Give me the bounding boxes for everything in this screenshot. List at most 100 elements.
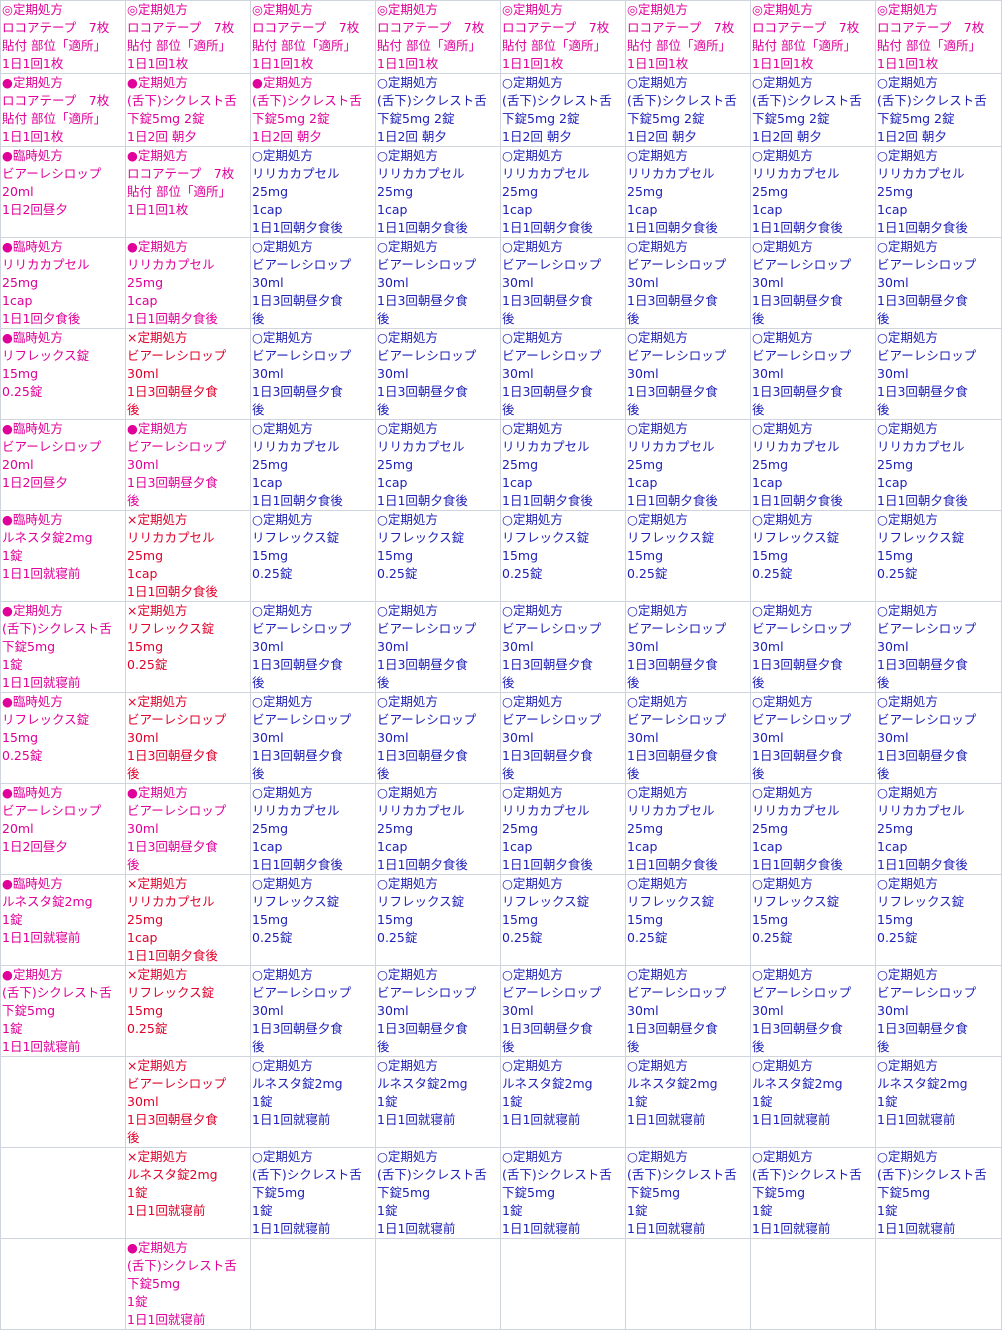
prescription-line: 1錠: [877, 1203, 898, 1218]
prescription-line: 後: [127, 402, 140, 417]
prescription-cell: ○定期処方 リリカカプセル 25mg 1cap 1日1回朝夕食後: [875, 146, 1002, 238]
prescription-type-label: ○定期処方: [502, 239, 563, 254]
prescription-line: 後: [252, 766, 265, 781]
prescription-line: 1日2回 朝夕: [252, 129, 322, 144]
prescription-type-label: ○定期処方: [377, 239, 438, 254]
prescription-line: 1日3回朝昼夕食: [627, 657, 718, 672]
table-row: ●臨時処方 ビアーレシロップ 20ml 1日2回昼夕 ●定期処方 ロコアテープ 7枚 貼付 …: [0, 146, 1002, 238]
table-row: ×定期処方 ビアーレシロップ 30ml 1日3回朝昼夕食後 ○定期処方 ルネスタ錠2mg 1…: [0, 1056, 1002, 1148]
prescription-cell: ○定期処方 リリカカプセル 25mg 1cap 1日1回朝夕食後: [375, 783, 501, 875]
prescription-type-label: ○定期処方: [627, 603, 688, 618]
prescription-line: 30ml: [252, 366, 284, 381]
prescription-line: 1日2回昼夕: [2, 475, 68, 490]
prescription-line: 30ml: [627, 730, 659, 745]
prescription-type-label: ○定期処方: [377, 785, 438, 800]
prescription-line: 0.25錠: [877, 566, 918, 581]
prescription-line: 下錠5mg 2錠: [502, 111, 580, 126]
prescription-line: 1日3回朝昼夕食: [627, 748, 718, 763]
prescription-cell: ○定期処方 リリカカプセル 25mg 1cap 1日1回朝夕食後: [375, 146, 501, 238]
prescription-line: 1日1回朝夕食後: [877, 493, 968, 508]
prescription-line: 1cap: [752, 202, 783, 217]
prescription-cell: [0, 1147, 126, 1239]
prescription-line: ビアーレシロップ: [127, 1076, 227, 1091]
prescription-cell: ○定期処方 ビアーレシロップ 30ml 1日3回朝昼夕食後: [500, 237, 626, 329]
prescription-line: 30ml: [752, 639, 784, 654]
prescription-line: ビアーレシロップ: [377, 621, 477, 636]
prescription-line: 30ml: [377, 366, 409, 381]
prescription-cell: ○定期処方 ビアーレシロップ 30ml 1日3回朝昼夕食後: [875, 237, 1002, 329]
prescription-line: 後: [127, 766, 140, 781]
prescription-cell: ×定期処方 リリカカプセル 25mg 1cap 1日1回朝夕食後: [125, 874, 251, 966]
prescription-line: 1日3回朝昼夕食: [877, 384, 968, 399]
prescription-cell: ●臨時処方 ビアーレシロップ 20ml 1日2回昼夕: [0, 146, 126, 238]
prescription-line: 1日1回就寝前: [877, 1221, 956, 1236]
prescription-cell: [625, 1238, 751, 1330]
prescription-type-label: ○定期処方: [377, 694, 438, 709]
prescription-line: 25mg: [877, 184, 914, 199]
prescription-line: 1日3回朝昼夕食: [127, 475, 218, 490]
prescription-cell: ●定期処方 ビアーレシロップ 30ml 1日3回朝昼夕食後: [125, 783, 251, 875]
prescription-type-label: ○定期処方: [252, 421, 313, 436]
prescription-line: 1cap: [502, 202, 533, 217]
prescription-line: 下錠5mg: [252, 1185, 306, 1200]
prescription-line: 1日3回朝昼夕食: [502, 657, 593, 672]
prescription-line: 30ml: [377, 1003, 409, 1018]
prescription-type-label: ○定期処方: [752, 603, 813, 618]
prescription-type-label: ○定期処方: [752, 239, 813, 254]
prescription-type-label: ○定期処方: [252, 1149, 313, 1164]
prescription-type-label: ○定期処方: [877, 148, 938, 163]
prescription-cell: ◎定期処方 ロコアテープ 7枚 貼付 部位「適所」 1日1回1枚: [875, 0, 1002, 74]
prescription-type-label: ○定期処方: [252, 694, 313, 709]
prescription-line: ロコアテープ 7枚: [502, 20, 610, 35]
prescription-line: 0.25錠: [752, 566, 793, 581]
prescription-line: 1日1回朝夕食後: [627, 493, 718, 508]
prescription-type-label: ○定期処方: [752, 512, 813, 527]
prescription-cell: ●定期処方 (舌下)シクレスト舌 下錠5mg 1錠 1日1回就寝前: [125, 1238, 251, 1330]
prescription-line: 1日1回就寝前: [377, 1221, 456, 1236]
prescription-line: 1日1回1枚: [2, 129, 64, 144]
prescription-cell: ○定期処方 (舌下)シクレスト舌 下錠5mg 2錠 1日2回 朝夕: [625, 73, 751, 147]
prescription-line: リリカカプセル: [877, 439, 965, 454]
prescription-cell: ●定期処方 (舌下)シクレスト舌 下錠5mg 1錠 1日1回就寝前: [0, 965, 126, 1057]
prescription-type-label: ×定期処方: [127, 603, 188, 618]
prescription-type-label: ○定期処方: [252, 967, 313, 982]
prescription-line: 後: [252, 675, 265, 690]
prescription-line: 1日1回1枚: [377, 56, 439, 71]
prescription-line: 1日3回朝昼夕食: [502, 384, 593, 399]
prescription-line: 後: [627, 1039, 640, 1054]
prescription-line: 15mg: [252, 548, 289, 563]
prescription-cell: ○定期処方 ビアーレシロップ 30ml 1日3回朝昼夕食後: [875, 692, 1002, 784]
prescription-line: 1日1回朝夕食後: [502, 857, 593, 872]
prescription-line: 下錠5mg: [502, 1185, 556, 1200]
prescription-line: 1日1回就寝前: [252, 1112, 331, 1127]
prescription-line: 30ml: [877, 639, 909, 654]
prescription-cell: ○定期処方 ビアーレシロップ 30ml 1日3回朝昼夕食後: [250, 601, 376, 693]
prescription-line: ルネスタ錠2mg: [252, 1076, 343, 1091]
prescription-line: 0.25錠: [2, 384, 43, 399]
prescription-line: ルネスタ錠2mg: [877, 1076, 968, 1091]
prescription-cell: ○定期処方 ビアーレシロップ 30ml 1日3回朝昼夕食後: [500, 965, 626, 1057]
prescription-line: 30ml: [127, 730, 159, 745]
prescription-line: 1日1回1枚: [627, 56, 689, 71]
prescription-line: ビアーレシロップ: [877, 712, 977, 727]
prescription-line: リフレックス錠: [877, 894, 965, 909]
prescription-line: ビアーレシロップ: [502, 712, 602, 727]
prescription-cell: ●臨時処方 リリカカプセル 25mg 1cap 1日1回夕食後: [0, 237, 126, 329]
prescription-line: ルネスタ錠2mg: [752, 1076, 843, 1091]
prescription-line: 25mg: [627, 184, 664, 199]
prescription-line: (舌下)シクレスト舌: [877, 93, 987, 108]
prescription-line: 後: [752, 311, 765, 326]
prescription-type-label: ○定期処方: [627, 75, 688, 90]
prescription-cell: ○定期処方 ビアーレシロップ 30ml 1日3回朝昼夕食後: [750, 965, 876, 1057]
prescription-line: 25mg: [752, 457, 789, 472]
prescription-type-label: ×定期処方: [127, 876, 188, 891]
table-row: ●臨時処方 リリカカプセル 25mg 1cap 1日1回夕食後 ●定期処方 リリカカプセル 2…: [0, 237, 1002, 329]
prescription-line: (舌下)シクレスト舌: [377, 93, 487, 108]
prescription-cell: ●臨時処方 リフレックス錠 15mg 0.25錠: [0, 692, 126, 784]
prescription-cell: ×定期処方 リフレックス錠 15mg 0.25錠: [125, 601, 251, 693]
prescription-line: 1錠: [127, 1185, 148, 1200]
prescription-line: 下錠5mg: [377, 1185, 431, 1200]
prescription-cell: ●臨時処方 リフレックス錠 15mg 0.25錠: [0, 328, 126, 420]
prescription-type-label: ●定期処方: [127, 1240, 188, 1255]
prescription-line: 1日2回 朝夕: [377, 129, 447, 144]
